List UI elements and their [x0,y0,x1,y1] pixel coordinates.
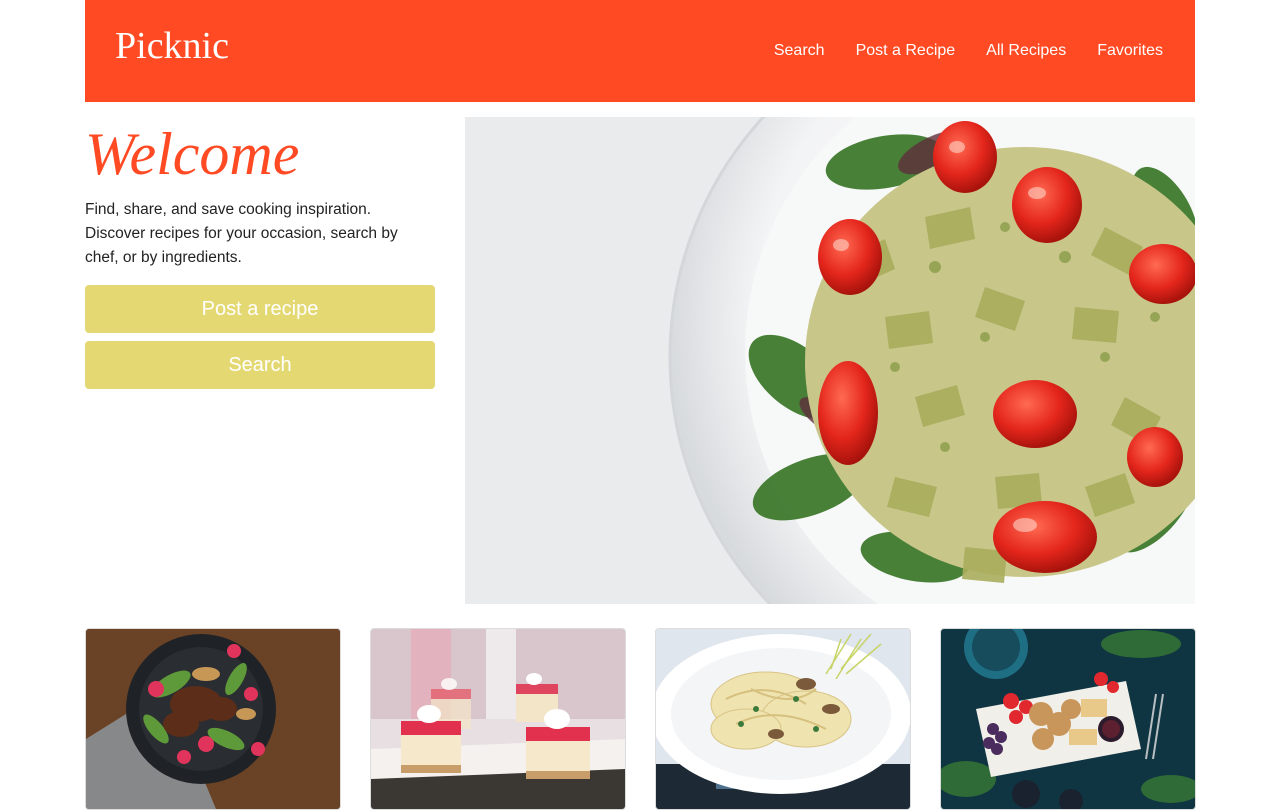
recipe-card[interactable] [85,628,341,810]
cheesecake-bars-thumbnail [371,629,625,809]
recipe-card[interactable] [370,628,626,810]
welcome-heading: Welcome [85,121,300,187]
steak-salad-thumbnail [86,629,340,809]
hero-food-image [465,117,1195,604]
site-header: Picknic Search Post a Recipe All Recipes… [85,0,1195,102]
pasta-salad-illustration [465,117,1195,604]
nav-link-all-recipes[interactable]: All Recipes [986,40,1066,62]
intro-text: Find, share, and save cooking inspiratio… [85,201,398,266]
nav-link-search[interactable]: Search [774,40,825,62]
charcuterie-board-thumbnail [941,629,1195,809]
main-nav: Search Post a Recipe All Recipes Favorit… [774,40,1163,62]
recipe-card[interactable] [940,628,1196,810]
nav-link-post-recipe[interactable]: Post a Recipe [856,40,956,62]
search-button[interactable]: Search [85,341,435,389]
brand-logo[interactable]: Picknic [115,22,229,70]
recipe-card[interactable] [655,628,911,810]
page: Picknic Search Post a Recipe All Recipes… [85,0,1196,810]
nav-link-favorites[interactable]: Favorites [1097,40,1163,62]
post-recipe-button[interactable]: Post a recipe [85,285,435,333]
fettuccine-pasta-thumbnail [656,629,910,809]
